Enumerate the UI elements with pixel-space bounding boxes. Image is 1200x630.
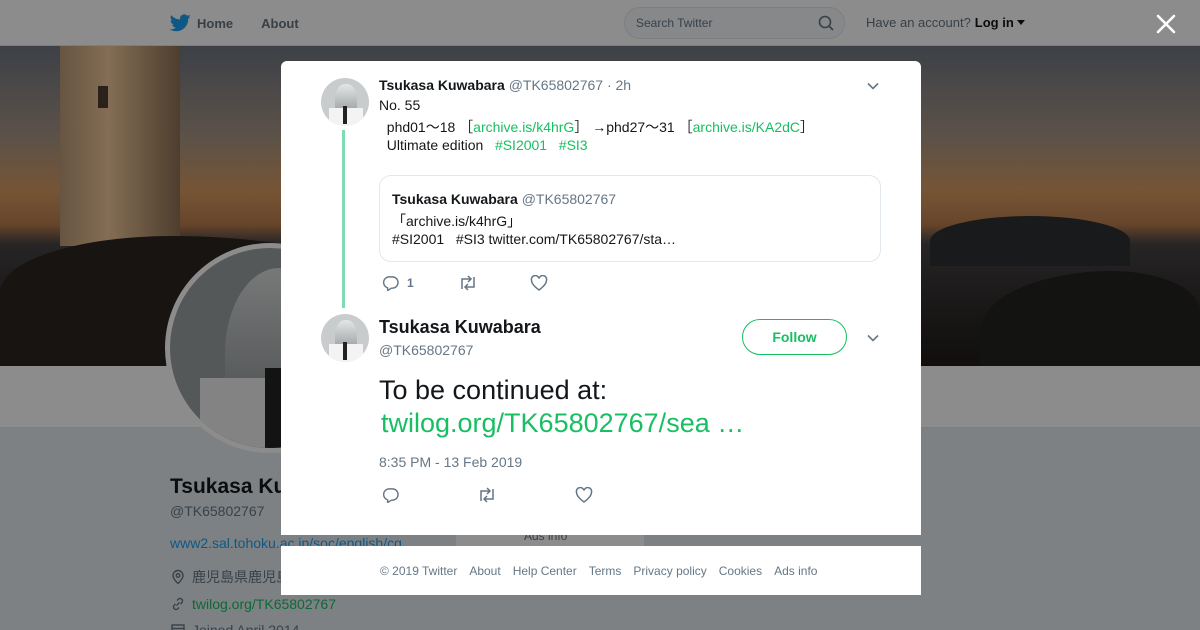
footer-terms-link[interactable]: Terms: [589, 564, 622, 578]
tweet2-actions: [382, 487, 645, 503]
follow-button[interactable]: Follow: [742, 319, 847, 355]
footer-cookies-link[interactable]: Cookies: [719, 564, 762, 578]
tweet1-avatar[interactable]: [321, 78, 369, 126]
heart-icon: [575, 487, 593, 503]
tweet1-reply-button[interactable]: 1: [382, 275, 414, 291]
footer-about-link[interactable]: About: [469, 564, 500, 578]
retweet-icon: [460, 275, 475, 291]
tweet2-like-button[interactable]: [575, 487, 601, 503]
footer-help-link[interactable]: Help Center: [513, 564, 577, 578]
retweet-icon: [480, 487, 494, 503]
chevron-down-icon[interactable]: [866, 331, 880, 345]
tweet2-avatar[interactable]: [321, 314, 369, 362]
tweet1-header: Tsukasa Kuwabara @TK65802767 · 2h: [379, 77, 631, 93]
tweet2-author-handle[interactable]: @TK65802767: [379, 342, 473, 358]
tweet-modal: Tsukasa Kuwabara @TK65802767 · 2h No. 55…: [281, 61, 921, 535]
tweet1-line3: Ultimate edition #SI2001 #SI3: [379, 137, 588, 153]
tweet1-author-name[interactable]: Tsukasa Kuwabara: [379, 77, 505, 93]
reply-icon: [382, 488, 399, 503]
tweet1-retweet-button[interactable]: [458, 275, 486, 291]
tweet1-author-handle[interactable]: @TK65802767: [509, 77, 603, 93]
modal-footer: © 2019 Twitter About Help Center Terms P…: [281, 546, 921, 595]
archive-link-2[interactable]: archive.is/KA2dC: [693, 119, 800, 135]
tweet2-retweet-button[interactable]: [477, 487, 505, 503]
close-icon[interactable]: [1154, 12, 1178, 36]
tweet2-reply-button[interactable]: [382, 487, 407, 503]
footer-ads-link[interactable]: Ads info: [774, 564, 817, 578]
tweet1-line1: No. 55: [379, 97, 421, 113]
quote-header: Tsukasa Kuwabara @TK65802767: [392, 191, 616, 207]
thread-connector: [342, 130, 345, 308]
quote-author-name: Tsukasa Kuwabara: [392, 191, 518, 207]
tweet2-text: To be continued at:: [379, 375, 608, 405]
hashtag-si2001[interactable]: #SI2001: [495, 137, 547, 153]
archive-link-1[interactable]: archive.is/k4hrG: [473, 119, 574, 135]
footer-privacy-link[interactable]: Privacy policy: [633, 564, 706, 578]
tweet1-like-button[interactable]: [530, 275, 556, 291]
quote-line2: #SI2001 #SI3 twitter.com/TK65802767/sta…: [392, 231, 677, 247]
tweet2-author-name[interactable]: Tsukasa Kuwabara: [379, 317, 541, 338]
tweet1-actions: 1: [382, 275, 600, 291]
quoted-tweet[interactable]: Tsukasa Kuwabara @TK65802767 「archive.is…: [379, 175, 881, 262]
quote-author-handle: @TK65802767: [521, 191, 617, 207]
heart-icon: [530, 275, 547, 291]
reply-icon: [382, 276, 399, 291]
tweet2-link[interactable]: twilog.org/TK65802767/sea …: [381, 407, 744, 440]
chevron-down-icon[interactable]: [866, 79, 880, 93]
hashtag-si3[interactable]: #SI3: [559, 137, 588, 153]
footer-copyright: © 2019 Twitter: [380, 563, 458, 578]
tweet1-reply-count: 1: [407, 276, 414, 290]
quote-line1: 「archive.is/k4hrG」: [392, 213, 522, 229]
tweet1-time[interactable]: · 2h: [607, 77, 631, 93]
tweet2-timestamp[interactable]: 8:35 PM - 13 Feb 2019: [379, 454, 522, 470]
tweet1-line2: phd01～18 ［archive.is/k4hrG］ →phd27～31 ［a…: [379, 119, 815, 135]
